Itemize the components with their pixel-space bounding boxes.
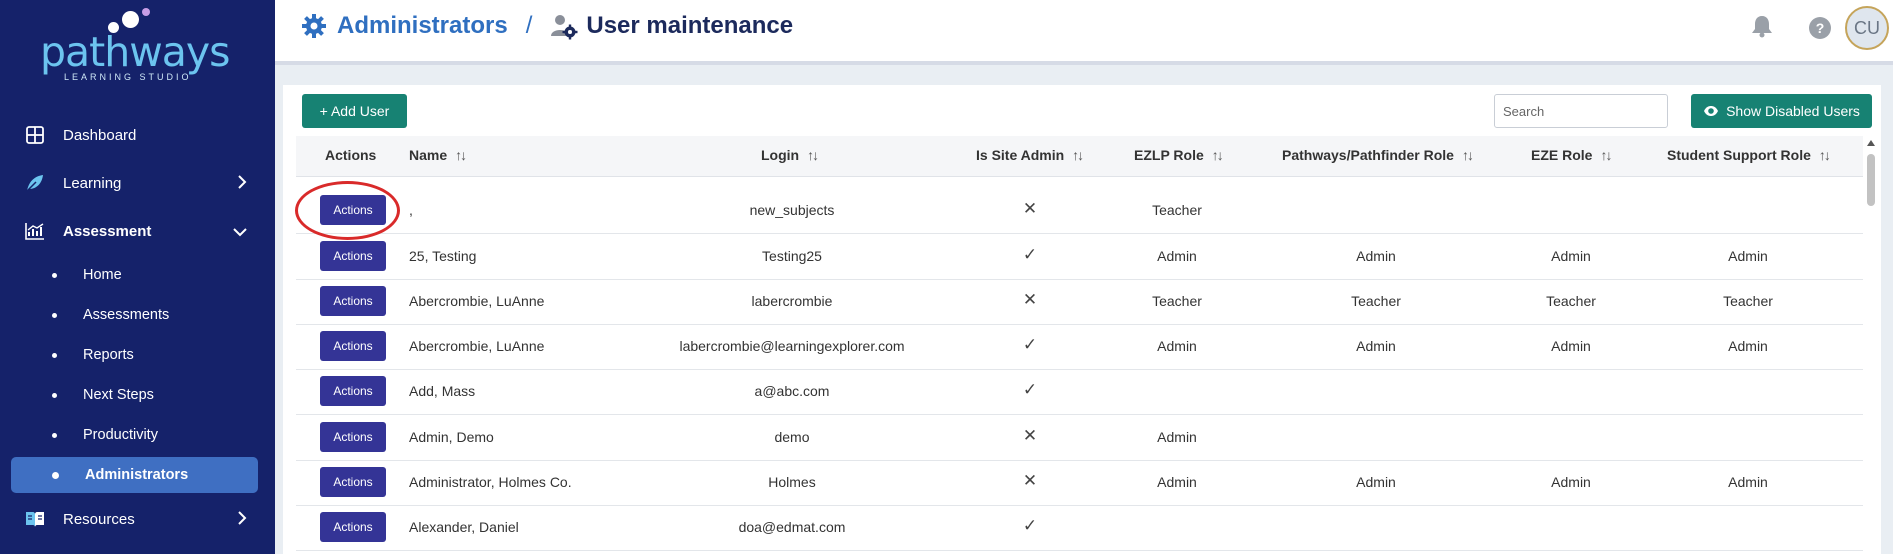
column-pathways-role[interactable]: Pathways/Pathfinder Role ↑↓ <box>1282 147 1474 163</box>
bullet-icon <box>52 312 57 318</box>
logo-subtext: LEARNING STUDIO <box>64 72 192 82</box>
chevron-right-icon <box>237 511 247 530</box>
highlight-circle <box>295 181 400 240</box>
sort-icon[interactable]: ↑↓ <box>1462 147 1474 163</box>
column-login[interactable]: Login ↑↓ <box>761 147 819 163</box>
sort-icon[interactable]: ↑↓ <box>1072 147 1084 163</box>
sort-icon[interactable]: ↑↓ <box>455 147 467 163</box>
cell-ezlp-role: Admin <box>1157 429 1197 445</box>
chevron-right-icon <box>237 175 247 194</box>
nav-dashboard[interactable]: Dashboard <box>0 115 275 155</box>
breadcrumb: Administrators / User maintenance <box>301 12 793 40</box>
cell-name: Abercrombie, LuAnne <box>409 338 545 354</box>
cell-name: Admin, Demo <box>409 429 494 445</box>
gear-icon <box>301 13 327 39</box>
show-disabled-users-label: Show Disabled Users <box>1726 103 1860 119</box>
table-header: Actions Name ↑↓ Login ↑↓ Is Site Admin ↑↓ E… <box>296 136 1863 177</box>
column-ezlp-role[interactable]: EZLP Role ↑↓ <box>1134 147 1224 163</box>
subnav-administrators[interactable]: Administrators <box>11 457 258 493</box>
subnav-productivity[interactable]: Productivity <box>0 417 275 453</box>
bullet-icon <box>52 432 57 438</box>
cell-student-support-role: Admin <box>1728 338 1768 354</box>
breadcrumb-separator: / <box>525 12 533 39</box>
cell-name: 25, Testing <box>409 248 477 264</box>
leaf-icon <box>24 172 46 194</box>
actions-button[interactable]: Actions <box>320 422 386 452</box>
nav-assessment-label: Assessment <box>63 222 152 240</box>
actions-button[interactable]: Actions <box>320 331 386 361</box>
nav-learning-label: Learning <box>63 174 122 192</box>
search-input[interactable] <box>1494 94 1668 128</box>
nav-assessment[interactable]: Assessment <box>0 211 275 251</box>
subnav-reports-label: Reports <box>83 347 134 363</box>
cell-name: Administrator, Holmes Co. <box>409 474 572 490</box>
cell-name: Alexander, Daniel <box>409 519 519 535</box>
subnav-assessments[interactable]: Assessments <box>0 297 275 333</box>
svg-text:?: ? <box>1816 20 1825 36</box>
sidebar: pathways LEARNING STUDIO Dashboard Learn… <box>0 0 275 554</box>
chart-icon <box>24 220 46 242</box>
subnav-home[interactable]: Home <box>0 257 275 293</box>
subnav-home-label: Home <box>83 267 122 283</box>
header: Administrators / User maintenance ? CU <box>275 0 1893 65</box>
actions-button[interactable]: Actions <box>320 286 386 316</box>
show-disabled-users-button[interactable]: Show Disabled Users <box>1691 94 1872 128</box>
nav-resources[interactable]: Resources <box>0 499 275 539</box>
bell-icon[interactable] <box>1751 14 1773 43</box>
subnav-assessments-label: Assessments <box>83 307 170 323</box>
subnav-next-steps[interactable]: Next Steps <box>0 377 275 413</box>
column-is-site-admin[interactable]: Is Site Admin ↑↓ <box>976 147 1084 163</box>
check-icon: ✓ <box>1022 516 1038 535</box>
actions-button[interactable]: Actions <box>320 376 386 406</box>
bullet-icon <box>52 471 59 479</box>
pathways-logo[interactable]: pathways LEARNING STUDIO <box>40 8 235 82</box>
nav-learning[interactable]: Learning <box>0 163 275 203</box>
cell-name: Add, Mass <box>409 383 476 399</box>
bullet-icon <box>52 392 57 398</box>
subnav-next-steps-label: Next Steps <box>83 387 154 403</box>
nav-resources-label: Resources <box>63 510 135 528</box>
cell-student-support-role: Admin <box>1728 248 1768 264</box>
logo-text: pathways <box>40 28 230 76</box>
dashboard-icon <box>24 124 46 146</box>
actions-button[interactable]: Actions <box>320 512 386 542</box>
chevron-down-icon <box>233 224 247 242</box>
eye-icon <box>1703 105 1719 117</box>
column-name[interactable]: Name ↑↓ <box>409 147 467 163</box>
add-user-button[interactable]: + Add User <box>302 94 407 128</box>
page-title: User maintenance <box>586 12 794 39</box>
user-avatar[interactable]: CU <box>1845 6 1889 50</box>
column-eze-role[interactable]: EZE Role ↑↓ <box>1531 147 1612 163</box>
scroll-thumb[interactable] <box>1867 154 1875 206</box>
subnav-reports[interactable]: Reports <box>0 337 275 373</box>
bullet-icon <box>52 272 57 278</box>
user-gear-icon <box>550 12 578 40</box>
help-icon[interactable]: ? <box>1808 16 1832 45</box>
subnav-productivity-label: Productivity <box>83 427 158 443</box>
cell-student-support-role: Admin <box>1728 474 1768 490</box>
actions-button[interactable]: Actions <box>320 467 386 497</box>
subnav-administrators-label: Administrators <box>85 467 189 483</box>
sort-icon[interactable]: ↑↓ <box>807 147 819 163</box>
check-icon: ✓ <box>1022 380 1038 399</box>
sort-icon[interactable]: ↑↓ <box>1600 147 1612 163</box>
actions-button[interactable]: Actions <box>320 241 386 271</box>
column-actions: Actions <box>325 147 377 163</box>
nav-dashboard-label: Dashboard <box>63 126 137 144</box>
cell-name: Abercrombie, LuAnne <box>409 293 545 309</box>
column-student-support-role[interactable]: Student Support Role ↑↓ <box>1667 147 1831 163</box>
book-icon <box>24 508 46 530</box>
cell-ezlp-role: Teacher <box>1152 202 1202 218</box>
scroll-up-icon <box>1867 140 1875 146</box>
cell-name: , <box>409 202 413 218</box>
breadcrumb-administrators[interactable]: Administrators <box>337 12 508 40</box>
cell-student-support-role: Teacher <box>1723 293 1773 309</box>
bullet-icon <box>52 352 57 358</box>
scrollbar[interactable] <box>1864 136 1878 554</box>
sort-icon[interactable]: ↑↓ <box>1212 147 1224 163</box>
sort-icon[interactable]: ↑↓ <box>1819 147 1831 163</box>
